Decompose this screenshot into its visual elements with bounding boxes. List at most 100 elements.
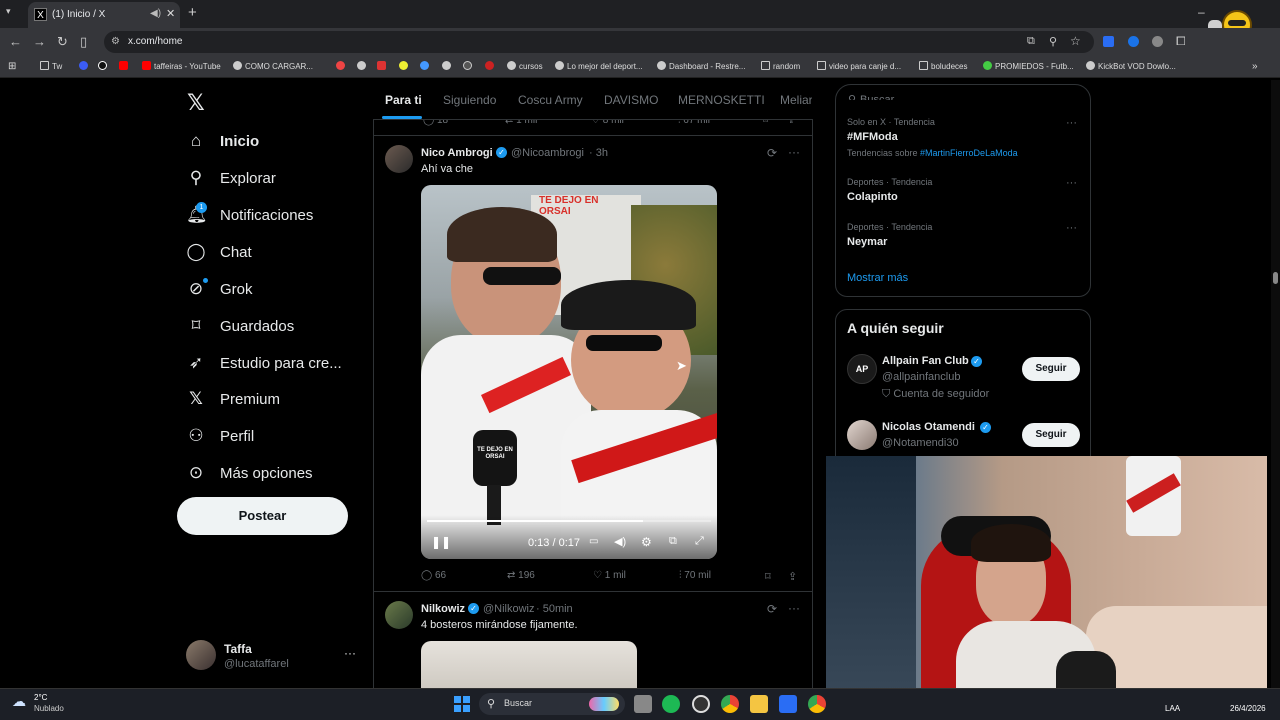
bookmark-item[interactable] bbox=[98, 61, 110, 71]
extension-icon[interactable] bbox=[1152, 36, 1163, 47]
site-info-icon[interactable]: ⚙ bbox=[111, 36, 120, 47]
follow-button[interactable]: Seguir bbox=[1022, 423, 1080, 447]
grok-post-icon[interactable]: ⟳ bbox=[767, 602, 777, 616]
tab-meliar[interactable]: Meliar bbox=[780, 93, 812, 107]
repost-action[interactable]: ⇄ 196 bbox=[507, 570, 535, 581]
tab-siguiendo[interactable]: Siguiendo bbox=[443, 93, 496, 107]
post-author-name[interactable]: Nico Ambrogi bbox=[421, 147, 493, 159]
views-action[interactable]: ⫶ 70 mil bbox=[679, 570, 711, 581]
avatar[interactable] bbox=[847, 420, 877, 450]
url-text[interactable]: x.com/home bbox=[128, 36, 182, 47]
captions-icon[interactable]: ▭ bbox=[589, 536, 598, 547]
task-view-icon[interactable] bbox=[634, 695, 652, 713]
follow-button[interactable]: Seguir bbox=[1022, 357, 1080, 381]
split-view-icon[interactable]: ▯ bbox=[80, 34, 87, 50]
language-indicator[interactable]: LAA bbox=[1165, 704, 1180, 713]
nav-inicio[interactable]: ⌂ Inicio bbox=[186, 125, 259, 157]
share-icon[interactable]: ⇪ bbox=[788, 570, 797, 583]
nav-estudio[interactable]: ➶ Estudio para cre... bbox=[186, 347, 342, 379]
nav-mas-opciones[interactable]: ⊙ Más opciones bbox=[186, 457, 313, 489]
fullscreen-icon[interactable]: ⤢ bbox=[695, 535, 704, 548]
more-icon[interactable]: ··· bbox=[1066, 177, 1077, 189]
puzzle-icon[interactable]: ⧠ bbox=[1176, 34, 1186, 49]
file-explorer-icon[interactable] bbox=[750, 695, 768, 713]
bookmark-folder[interactable]: boludeces bbox=[919, 61, 967, 71]
trend-name[interactable]: #MFModa bbox=[847, 131, 898, 143]
windows-start-icon[interactable] bbox=[454, 696, 470, 712]
bookmark-icon[interactable]: ⌑ bbox=[765, 570, 771, 583]
bookmark-item[interactable] bbox=[442, 61, 454, 71]
like-action[interactable]: ♡ 1 mil bbox=[593, 570, 626, 581]
install-icon[interactable]: ⧉ bbox=[1027, 35, 1035, 48]
more-icon[interactable]: ··· bbox=[1066, 117, 1077, 129]
reply-action[interactable]: ◯ 66 bbox=[421, 570, 446, 581]
bookmark-item[interactable] bbox=[357, 61, 369, 71]
avatar[interactable] bbox=[385, 145, 413, 173]
weather-temp[interactable]: 2°C bbox=[34, 693, 47, 702]
browser-tab[interactable]: X (1) Inicio / X ◀) ✕ bbox=[28, 2, 180, 28]
pause-icon[interactable]: ❚❚ bbox=[431, 535, 451, 549]
nav-perfil[interactable]: ⚇ Perfil bbox=[186, 420, 254, 452]
post-time[interactable]: · 50min bbox=[536, 603, 573, 615]
settings-icon[interactable]: ⚙ bbox=[641, 535, 652, 549]
pip-icon[interactable]: ⧉ bbox=[669, 535, 677, 548]
chrome-icon[interactable] bbox=[808, 695, 826, 713]
weather-desc[interactable]: Nublado bbox=[34, 704, 64, 713]
clock-date[interactable]: 26/4/2026 bbox=[1230, 704, 1266, 713]
extension-icon[interactable] bbox=[1103, 36, 1114, 47]
nav-premium[interactable]: 𝕏 Premium bbox=[186, 383, 280, 415]
bookmark-item[interactable]: Lo mejor del deport... bbox=[555, 61, 643, 71]
nav-guardados[interactable]: ⌑ Guardados bbox=[186, 310, 295, 342]
trend-name[interactable]: Colapinto bbox=[847, 191, 898, 203]
post-author-name[interactable]: Nilkowiz bbox=[421, 603, 465, 615]
more-icon[interactable]: ··· bbox=[788, 145, 800, 159]
tab-search-icon[interactable]: ▾ bbox=[6, 6, 11, 17]
bookmark-folder[interactable]: random bbox=[761, 61, 800, 71]
bookmark-item[interactable]: PROMIEDOS - Futb... bbox=[983, 61, 1074, 71]
bookmark-item[interactable] bbox=[119, 61, 131, 71]
nav-explorar[interactable]: ⚲ Explorar bbox=[186, 162, 276, 194]
post-time[interactable]: · 3h bbox=[589, 147, 608, 159]
show-more-link[interactable]: Mostrar más bbox=[847, 272, 908, 284]
bookmark-item[interactable] bbox=[377, 61, 389, 71]
avatar[interactable] bbox=[385, 601, 413, 629]
nav-chat[interactable]: ◯ Chat bbox=[186, 236, 251, 268]
extension-icon[interactable] bbox=[1128, 36, 1139, 47]
tab-mernosketti[interactable]: MERNOSKETTI bbox=[678, 93, 765, 107]
bookmark-item[interactable]: Tw bbox=[40, 61, 62, 71]
post-author-handle[interactable]: @Nilkowiz bbox=[483, 603, 535, 615]
more-icon[interactable]: ··· bbox=[788, 601, 800, 615]
star-icon[interactable]: ☆ bbox=[1070, 34, 1081, 48]
forward-icon[interactable]: → bbox=[33, 34, 46, 49]
bookmark-item[interactable]: COMO CARGAR... bbox=[233, 61, 313, 71]
spotify-icon[interactable] bbox=[662, 695, 680, 713]
back-icon[interactable]: ← bbox=[9, 34, 22, 49]
bookmark-item[interactable] bbox=[420, 61, 432, 71]
bookmark-item[interactable] bbox=[336, 61, 348, 71]
bookmark-item[interactable] bbox=[399, 61, 411, 71]
follow-name[interactable]: Nicolas Otamendi bbox=[882, 421, 975, 433]
bookmark-item[interactable]: Dashboard - Restre... bbox=[657, 61, 745, 71]
x-logo-icon[interactable]: 𝕏 bbox=[187, 90, 205, 116]
bookmark-item[interactable]: taffeiras - YouTube bbox=[142, 61, 221, 71]
grok-post-icon[interactable]: ⟳ bbox=[767, 146, 777, 160]
bookmarks-overflow-icon[interactable]: » bbox=[1252, 61, 1258, 72]
tab-close-icon[interactable]: ✕ bbox=[166, 7, 175, 20]
scrollbar[interactable] bbox=[1271, 80, 1280, 688]
tab-para-ti[interactable]: Para ti bbox=[385, 93, 422, 107]
post-author-handle[interactable]: @Nicoambrogi bbox=[511, 147, 584, 159]
address-bar[interactable] bbox=[104, 31, 1094, 53]
trend-name[interactable]: Neymar bbox=[847, 236, 887, 248]
taskbar-search[interactable]: ⚲ Buscar bbox=[479, 693, 625, 715]
volume-icon[interactable]: ◀) bbox=[614, 535, 626, 548]
bookmark-folder[interactable]: video para canje d... bbox=[817, 61, 901, 71]
audio-playing-icon[interactable]: ◀) bbox=[150, 8, 161, 19]
post-button[interactable]: Postear bbox=[177, 497, 348, 535]
bookmark-item[interactable] bbox=[463, 61, 475, 71]
video-player[interactable]: TE DEJO EN ORSAI TE DEJO EN ORSAI ❚❚ 0:1… bbox=[421, 185, 717, 559]
more-icon[interactable]: ··· bbox=[1066, 222, 1077, 234]
post-media[interactable] bbox=[421, 641, 637, 688]
bookmark-item[interactable]: cursos bbox=[507, 61, 543, 71]
bookmark-item[interactable] bbox=[79, 61, 91, 71]
tab-coscu-army[interactable]: Coscu Army bbox=[518, 93, 583, 107]
